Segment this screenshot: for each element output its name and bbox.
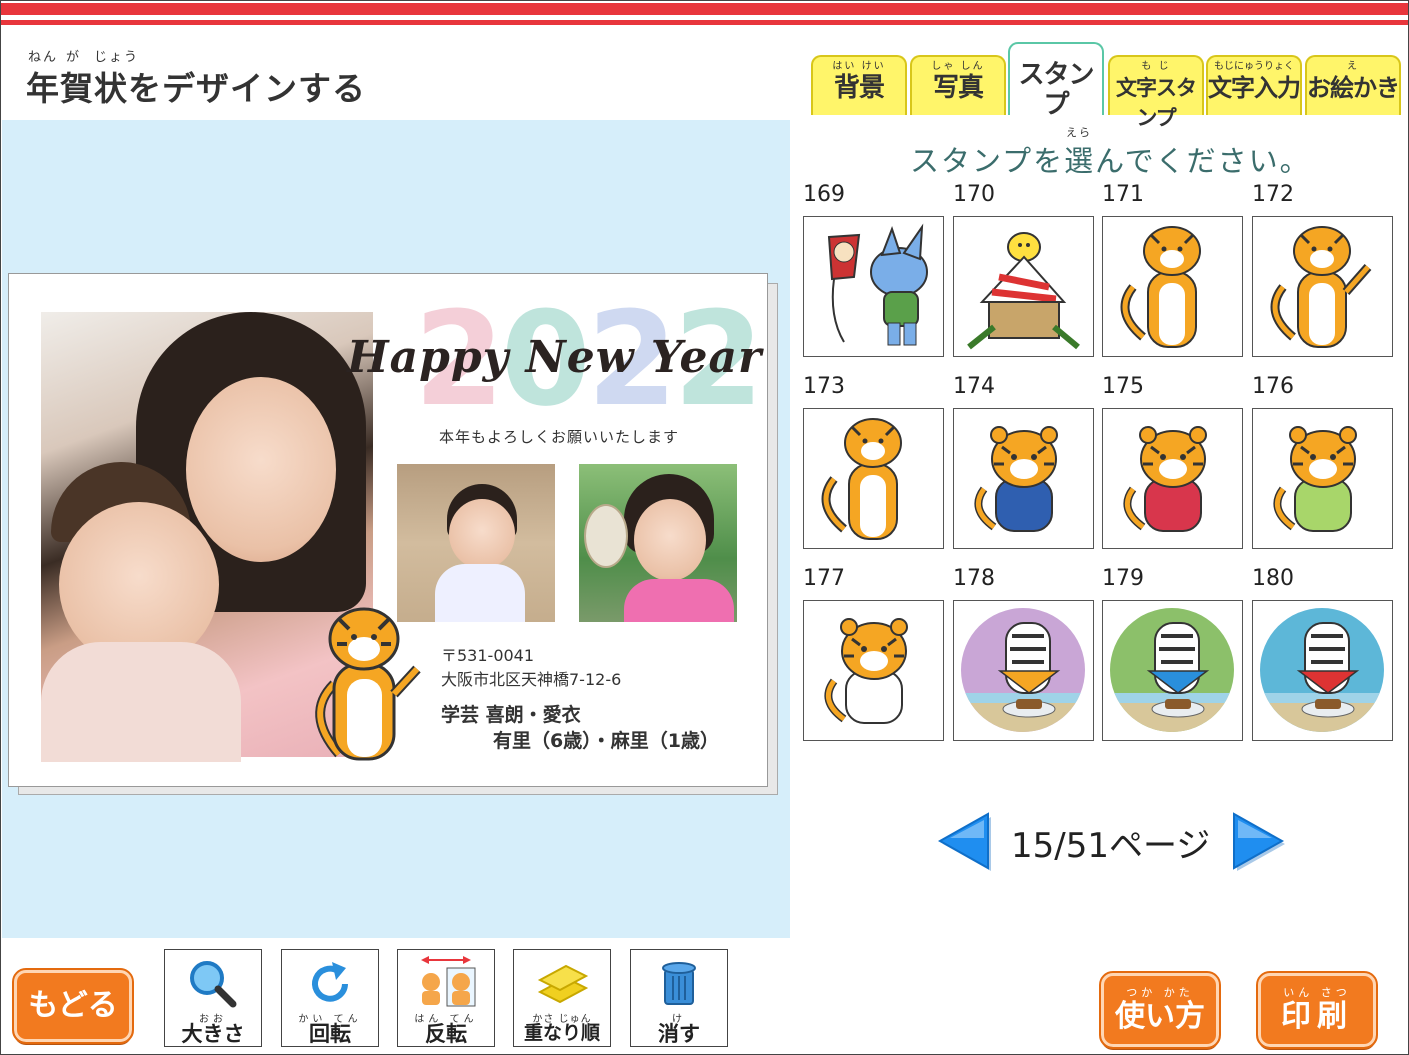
tool-label: 重なり順 xyxy=(523,1022,600,1044)
help-ruby: つか かた xyxy=(1126,986,1194,999)
tab-label: お絵かき xyxy=(1307,74,1400,102)
sub-photo-2[interactable] xyxy=(579,464,737,622)
stamp-option[interactable] xyxy=(1102,216,1243,357)
stamp-option[interactable] xyxy=(803,216,944,357)
tiger-hakama-icon xyxy=(954,409,1093,548)
rotate-icon xyxy=(312,962,348,1002)
stamp-number: 172 xyxy=(1252,182,1294,207)
tiger-standing-icon xyxy=(1103,217,1242,356)
tab-label: 文字スタンプ xyxy=(1116,76,1197,130)
tab-ruby: しゃ しん xyxy=(931,61,985,72)
stamp-prompt: スタンプを選んでください。 xyxy=(910,144,1311,178)
address[interactable]: 大阪市北区天神橋7-12-6 xyxy=(441,666,621,690)
name-line-1[interactable]: 学芸 喜朗・愛衣 xyxy=(441,700,581,727)
tool-label: 反転 xyxy=(425,1022,467,1046)
tab-bar: はい けい 背景 しゃ しん 写真 スタンプ も じ 文字スタンプ もじにゅうり… xyxy=(808,40,1408,130)
stamp-number: 173 xyxy=(803,374,845,399)
stamp-option[interactable] xyxy=(1252,600,1393,741)
greeting-text[interactable]: 本年もよろしくお願いいたします xyxy=(439,426,679,447)
prev-page-button[interactable] xyxy=(936,810,994,876)
tab-label: スタンプ xyxy=(1018,60,1094,120)
stamp-number: 177 xyxy=(803,566,845,591)
magnifier-icon xyxy=(190,961,237,1008)
top-stripe xyxy=(0,0,1409,30)
greeting-title[interactable]: Happy New Year xyxy=(347,332,762,383)
stamp-number: 170 xyxy=(953,182,995,207)
rotate-button[interactable]: かい てん 回転 xyxy=(281,949,379,1047)
stamp-option[interactable] xyxy=(1102,600,1243,741)
tab-ruby: はい けい xyxy=(832,61,886,72)
new-year-card[interactable]: 2022 Happy New Year 本年もよろしくお願いいたします 〒531… xyxy=(8,273,768,787)
stamp-option[interactable] xyxy=(803,600,944,741)
tab-label: 写真 xyxy=(932,73,984,103)
stamp-option[interactable] xyxy=(1102,408,1243,549)
name-line-2[interactable]: 有里（6歳）・麻里（1歳） xyxy=(493,726,719,753)
tool-label: 大きさ xyxy=(181,1022,245,1046)
layer-order-button[interactable]: かさ じゅん 重なり順 xyxy=(513,949,611,1047)
stamp-option[interactable] xyxy=(1252,408,1393,549)
stamp-number: 169 xyxy=(803,182,845,207)
tiger-shrine-maiden-icon xyxy=(804,601,943,740)
stamp-option[interactable] xyxy=(803,408,944,549)
how-to-button[interactable]: つか かた 使い方 xyxy=(1099,971,1221,1049)
tiger-sitting-icon xyxy=(804,409,943,548)
tab-text-input[interactable]: もじにゅうりょく 文字入力 xyxy=(1206,55,1302,115)
cat-with-kite-icon xyxy=(804,217,943,356)
page-title: 年賀状をデザインする xyxy=(26,69,366,108)
help-label: 使い方 xyxy=(1115,999,1205,1034)
white-tiger-purple-icon xyxy=(954,601,1093,740)
trash-icon xyxy=(662,962,696,1005)
white-tiger-blue-icon xyxy=(1253,601,1392,740)
stamp-number: 179 xyxy=(1102,566,1144,591)
print-ruby: いん さつ xyxy=(1283,986,1351,999)
tiger-waving-icon xyxy=(1253,217,1392,356)
tiger-stamp-on-card[interactable] xyxy=(309,604,429,769)
arrow-left-icon xyxy=(937,812,991,871)
white-tiger-green-icon xyxy=(1103,601,1242,740)
sub-photo-1[interactable] xyxy=(397,464,555,622)
tool-label: 消す xyxy=(658,1022,700,1046)
tiger-green-kimono-icon xyxy=(1253,409,1392,548)
delete-button[interactable]: け 消す xyxy=(630,949,728,1047)
print-button[interactable]: いん さつ 印刷 xyxy=(1256,971,1378,1049)
tab-text-stamp[interactable]: も じ 文字スタンプ xyxy=(1108,55,1204,130)
next-page-button[interactable] xyxy=(1228,810,1286,876)
tab-photo[interactable]: しゃ しん 写真 xyxy=(910,55,1006,115)
stamp-number: 178 xyxy=(953,566,995,591)
tab-label: 背景 xyxy=(833,73,885,103)
size-button[interactable]: おお 大きさ xyxy=(164,949,262,1047)
tab-background[interactable]: はい けい 背景 xyxy=(811,55,907,115)
postal-code[interactable]: 〒531-0041 xyxy=(441,642,534,666)
stamp-number: 180 xyxy=(1252,566,1294,591)
back-button[interactable]: もどる xyxy=(12,968,134,1044)
tab-ruby: も じ xyxy=(1141,61,1171,72)
tiger-kimono-icon xyxy=(1103,409,1242,548)
tab-stamp[interactable]: スタンプ xyxy=(1008,42,1104,120)
stamp-number: 175 xyxy=(1102,374,1144,399)
stamp-option[interactable] xyxy=(953,216,1094,357)
page-indicator: 15/51ページ xyxy=(1011,826,1211,866)
tab-drawing[interactable]: え お絵かき xyxy=(1305,55,1401,115)
stamp-number: 176 xyxy=(1252,374,1294,399)
tab-label: 文字入力 xyxy=(1208,74,1301,102)
tool-label: 回転 xyxy=(309,1022,351,1046)
stamp-number: 174 xyxy=(953,374,995,399)
tab-ruby: え xyxy=(1347,61,1359,72)
tab-ruby: もじにゅうりょく xyxy=(1214,61,1294,72)
flip-icon xyxy=(421,956,476,1007)
chick-kadomatsu-icon xyxy=(954,217,1093,356)
print-label: 印刷 xyxy=(1281,999,1353,1034)
stamp-option[interactable] xyxy=(953,408,1094,549)
arrow-right-icon xyxy=(1233,812,1285,871)
layers-icon xyxy=(537,964,589,1004)
stamp-number: 171 xyxy=(1102,182,1144,207)
stamp-option[interactable] xyxy=(953,600,1094,741)
flip-button[interactable]: はん てん 反転 xyxy=(397,949,495,1047)
stamp-option[interactable] xyxy=(1252,216,1393,357)
